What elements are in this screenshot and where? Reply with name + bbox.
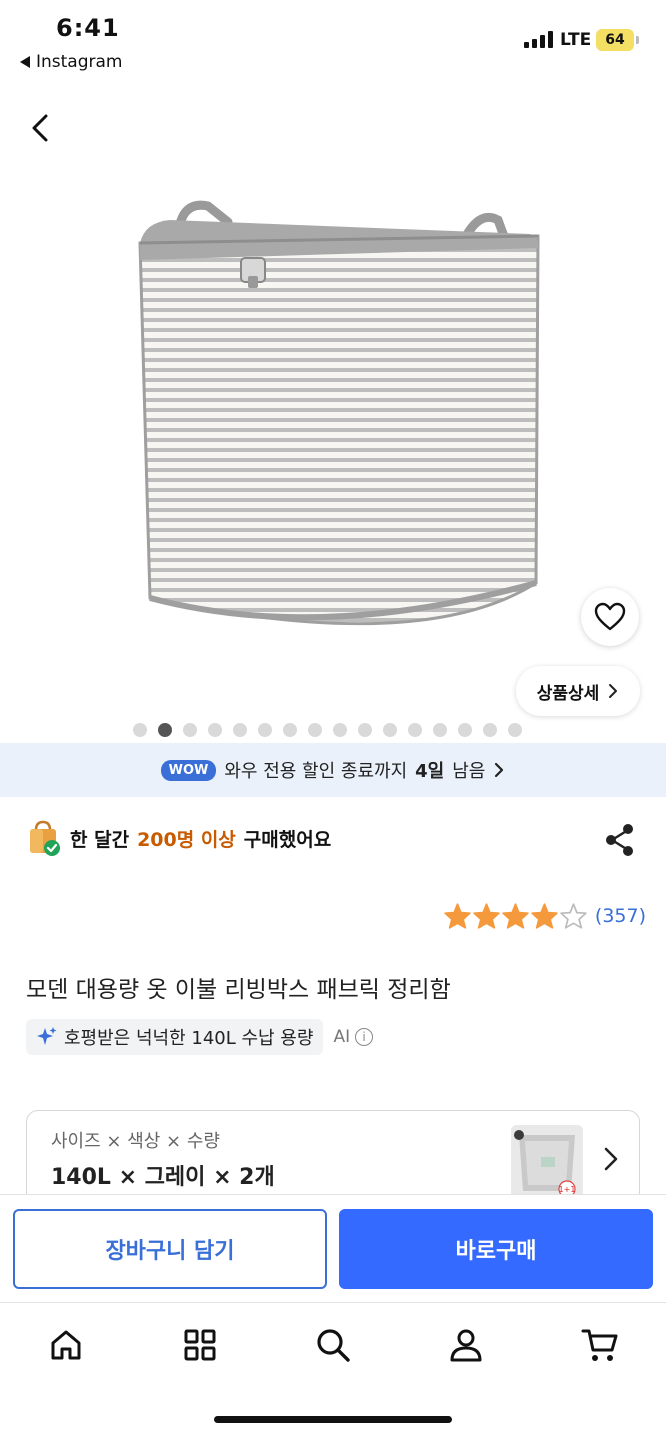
pagination-dot[interactable] [283,723,297,737]
wow-banner-text: 와우 전용 할인 종료까지 [224,761,408,782]
option-label: 사이즈 × 색상 × 수량 [51,1131,220,1152]
star-filled-icon [502,903,529,929]
back-app-label: Instagram [36,52,123,72]
tab-cart[interactable] [578,1323,622,1367]
pagination-dot[interactable] [133,723,147,737]
home-icon [51,1330,81,1360]
back-triangle-icon [20,56,30,68]
option-thumbnail-image: 1+1 [511,1125,583,1197]
thumb-badge: 1+1 [559,1185,576,1194]
category-grid-icon [184,1329,216,1361]
pagination-dot[interactable] [208,723,222,737]
share-icon [606,824,633,856]
info-icon: i [355,1028,374,1046]
ai-info-button[interactable]: AI i [333,1027,374,1047]
review-count: (357) [594,905,646,927]
tab-category[interactable] [178,1323,222,1367]
tab-home[interactable] [44,1323,88,1367]
purchase-suffix: 구매했어요 [243,828,332,851]
buy-now-button[interactable]: 바로구매 [339,1209,653,1289]
ai-summary: 호평받은 넉넉한 140L 수납 용량 AI i [26,1019,374,1055]
pagination-dot[interactable] [308,723,322,737]
pagination-dot[interactable] [333,723,347,737]
image-pagination [133,723,522,737]
signal-icon [524,30,553,48]
storage-box-image [138,200,540,626]
status-bar: 6:41 Instagram LTE 64 [0,0,666,80]
star-empty-icon [560,903,587,929]
wow-banner-days: 4일 [415,761,445,782]
product-image[interactable] [120,188,550,668]
option-thumbnail: 1+1 [511,1125,583,1197]
star-filled-icon [444,903,471,929]
star-filled-icon [531,903,558,929]
pagination-dot[interactable] [458,723,472,737]
pagination-dot[interactable] [483,723,497,737]
pagination-dot[interactable] [233,723,247,737]
option-selector[interactable]: 사이즈 × 색상 × 수량 140L × 그레이 × 2개 1+1 [26,1110,640,1206]
purchase-highlight: 200명 이상 [137,828,236,851]
wishlist-button[interactable] [581,588,639,646]
tab-search[interactable] [311,1323,355,1367]
product-title: 모덴 대용량 옷 이불 리빙박스 패브릭 정리함 [26,977,451,1003]
product-rating[interactable]: (357) [444,903,646,929]
pagination-dot[interactable] [358,723,372,737]
battery-level: 64 [605,32,625,48]
status-time: 6:41 [56,14,120,42]
share-button[interactable] [602,822,638,858]
rating-stars [444,903,587,929]
pagination-dot[interactable] [258,723,272,737]
home-indicator[interactable] [214,1416,452,1423]
pagination-dot[interactable] [408,723,422,737]
wow-discount-banner[interactable]: WOW 와우 전용 할인 종료까지 4일 남음 [0,743,666,797]
user-icon [450,1329,482,1362]
chevron-right-icon [604,1147,618,1171]
heart-icon [594,602,626,631]
chevron-left-icon [32,114,48,142]
ai-summary-text: 호평받은 넉넉한 140L 수납 용량 [64,1028,314,1049]
pagination-dot[interactable] [508,723,522,737]
network-label: LTE [560,30,592,50]
pagination-dot[interactable] [433,723,447,737]
purchase-count: 한 달간 200명 이상 구매했어요 [26,820,331,856]
ai-summary-chip: 호평받은 넉넉한 140L 수납 용량 [26,1019,324,1055]
option-value: 140L × 그레이 × 2개 [51,1165,275,1190]
pagination-dot[interactable] [183,723,197,737]
product-detail-button[interactable]: 상품상세 [516,666,640,716]
back-button[interactable] [22,108,62,148]
chevron-right-icon [609,684,618,698]
ai-label: AI [333,1027,351,1047]
back-to-app-link[interactable]: Instagram [20,52,123,72]
tab-my-account[interactable] [444,1323,488,1367]
pagination-dot[interactable] [383,723,397,737]
wow-banner-suffix: 남음 [452,761,486,782]
shopping-bag-check-icon [30,820,60,856]
pagination-dot[interactable] [158,723,172,737]
cart-icon [581,1329,618,1361]
chevron-right-icon [495,762,504,778]
star-filled-icon [473,903,500,929]
wow-badge: WOW [160,759,217,781]
battery-icon: 64 [596,29,639,51]
action-bar: 장바구니 담기 바로구매 [0,1194,666,1302]
add-to-cart-button[interactable]: 장바구니 담기 [13,1209,327,1289]
search-icon [317,1329,350,1362]
purchase-prefix: 한 달간 [70,828,130,851]
sparkle-icon [37,1027,57,1045]
product-detail-label: 상품상세 [536,683,600,704]
